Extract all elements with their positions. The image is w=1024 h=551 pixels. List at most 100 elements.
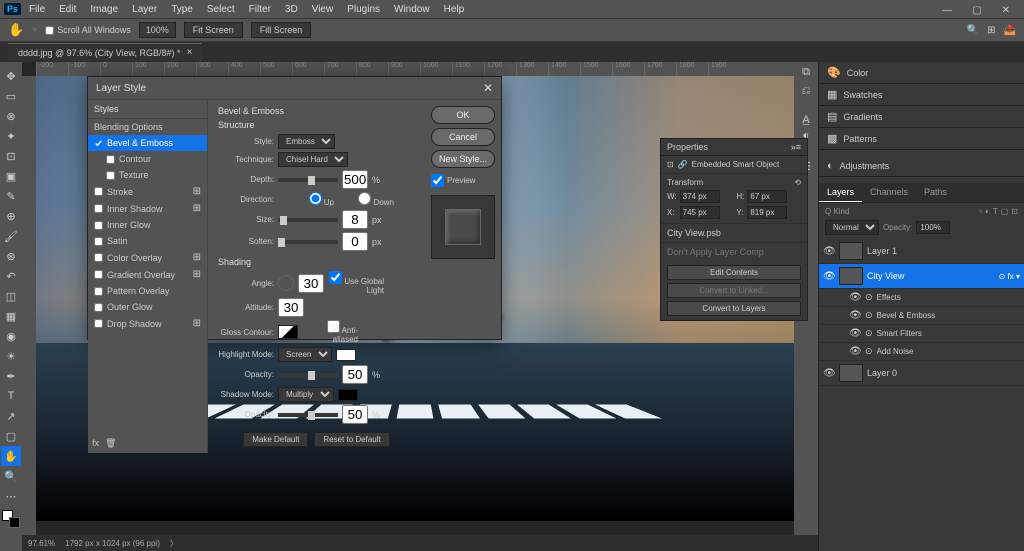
char-icon[interactable]: A̲ — [802, 114, 809, 126]
visibility-icon[interactable]: 👁 — [823, 368, 835, 379]
layer-effect-item[interactable]: 👁⊙Bevel & Emboss — [819, 307, 1024, 325]
highlight-color[interactable] — [336, 349, 356, 361]
workspace-icon[interactable]: ⊞ — [987, 25, 995, 36]
close-icon[interactable]: ✕ — [996, 3, 1016, 18]
altitude-input[interactable] — [278, 298, 304, 317]
menu-help[interactable]: Help — [438, 2, 471, 17]
menu-file[interactable]: File — [23, 2, 51, 17]
menu-3d[interactable]: 3D — [279, 2, 304, 17]
ok-button[interactable]: OK — [431, 106, 495, 124]
filter-pixel-icon[interactable]: ▫ — [979, 207, 982, 216]
size-slider[interactable] — [278, 218, 338, 222]
filter-type-icon[interactable]: T — [993, 207, 998, 216]
soften-input[interactable] — [342, 232, 368, 251]
filter-adjust-icon[interactable]: ◐ — [985, 207, 990, 216]
menu-window[interactable]: Window — [388, 2, 436, 17]
wand-tool[interactable]: ✦ — [1, 126, 21, 146]
dir-down[interactable]: Down — [338, 192, 394, 207]
tab-channels[interactable]: Channels — [862, 183, 916, 202]
shadow-color[interactable] — [338, 389, 358, 401]
style-contour[interactable]: Contour — [88, 151, 207, 167]
layer-item[interactable]: 👁Layer 0 — [819, 361, 1024, 386]
tab-paths[interactable]: Paths — [916, 183, 955, 202]
cancel-button[interactable]: Cancel — [431, 128, 495, 146]
sh-opacity-slider[interactable] — [278, 413, 338, 417]
scroll-all-checkbox[interactable]: Scroll All Windows — [45, 25, 131, 35]
swatches-panel[interactable]: ▦Swatches — [819, 84, 1024, 106]
trash-icon[interactable]: 🗑 — [105, 438, 116, 449]
layer-smart-filters[interactable]: 👁⊙Smart Filters — [819, 325, 1024, 343]
patterns-panel[interactable]: ▩Patterns — [819, 128, 1024, 150]
menu-plugins[interactable]: Plugins — [341, 2, 386, 17]
menu-filter[interactable]: Filter — [243, 2, 277, 17]
layer-effects[interactable]: 👁⊙Effects — [819, 289, 1024, 307]
search-icon[interactable]: 🔍 — [967, 25, 979, 36]
depth-input[interactable] — [342, 170, 368, 189]
height-input[interactable] — [747, 190, 787, 203]
x-input[interactable] — [680, 206, 720, 219]
style-outer-glow[interactable]: Outer Glow — [88, 299, 207, 315]
hl-opacity-slider[interactable] — [278, 373, 338, 377]
layer-filter-item[interactable]: 👁⊙Add Noise — [819, 343, 1024, 361]
heal-tool[interactable]: ⊕ — [1, 206, 21, 226]
style-inner-glow[interactable]: Inner Glow — [88, 217, 207, 233]
menu-image[interactable]: Image — [84, 2, 124, 17]
zoom-tool[interactable]: 🔍 — [1, 466, 21, 486]
fit-screen-button[interactable]: Fit Screen — [184, 22, 243, 38]
opacity-input[interactable] — [916, 221, 950, 234]
fx-icon[interactable]: fx — [92, 438, 99, 449]
shape-tool[interactable]: ▢ — [1, 426, 21, 446]
move-tool[interactable]: ✥ — [1, 66, 21, 86]
highlight-mode-select[interactable]: Screen — [278, 347, 332, 362]
blend-mode-select[interactable]: Normal — [825, 220, 879, 235]
width-input[interactable] — [680, 190, 720, 203]
style-texture[interactable]: Texture — [88, 167, 207, 183]
layer-comp[interactable]: Don't Apply Layer Comp — [667, 247, 764, 257]
frame-tool[interactable]: ▣ — [1, 166, 21, 186]
convert-linked-button[interactable]: Convert to Linked... — [667, 283, 801, 298]
dir-up[interactable]: Up — [278, 192, 334, 207]
brush-tool[interactable]: 🖌 — [1, 226, 21, 246]
technique-select[interactable]: Chisel Hard — [278, 152, 348, 167]
eraser-tool[interactable]: ◫ — [1, 286, 21, 306]
antialiased-checkbox[interactable] — [327, 320, 340, 333]
status-arrow-icon[interactable]: 〉 — [170, 538, 178, 549]
preview-checkbox[interactable] — [431, 174, 444, 187]
angle-input[interactable] — [298, 274, 324, 293]
visibility-icon[interactable]: 👁 — [823, 271, 835, 282]
style-stroke[interactable]: Stroke⊞ — [88, 183, 207, 200]
style-select[interactable]: Emboss — [278, 134, 335, 149]
y-input[interactable] — [747, 206, 787, 219]
dialog-close-icon[interactable]: ✕ — [483, 81, 493, 95]
maximize-icon[interactable]: ▢ — [966, 3, 987, 18]
shadow-mode-select[interactable]: Multiply — [278, 387, 334, 402]
eyedropper-tool[interactable]: ✎ — [1, 186, 21, 206]
props-menu-icon[interactable]: »≡ — [791, 142, 801, 152]
edit-contents-button[interactable]: Edit Contents — [667, 265, 801, 280]
style-inner-shadow[interactable]: Inner Shadow⊞ — [88, 200, 207, 217]
history-icon[interactable]: ⧉ — [802, 66, 810, 79]
new-style-button[interactable]: New Style... — [431, 150, 495, 168]
gloss-contour[interactable] — [278, 325, 298, 339]
style-color-overlay[interactable]: Color Overlay⊞ — [88, 249, 207, 266]
layer-item[interactable]: 👁City View⊙ fx ▾ — [819, 264, 1024, 289]
menu-type[interactable]: Type — [165, 2, 199, 17]
minimize-icon[interactable]: — — [936, 3, 958, 18]
style-drop-shadow[interactable]: Drop Shadow⊞ — [88, 315, 207, 332]
zoom-input[interactable]: 100% — [139, 22, 176, 38]
gradients-panel[interactable]: ▤Gradients — [819, 106, 1024, 128]
adjustments-panel[interactable]: ◐Adjustments — [819, 156, 1024, 177]
tab-layers[interactable]: Layers — [819, 183, 862, 202]
color-panel[interactable]: 🎨Color — [819, 62, 1024, 84]
depth-slider[interactable] — [278, 178, 338, 182]
edit-toolbar[interactable]: ⋯ — [1, 486, 21, 506]
size-input[interactable] — [342, 210, 368, 229]
marquee-tool[interactable]: ▭ — [1, 86, 21, 106]
global-light-checkbox[interactable] — [329, 271, 342, 284]
menu-view[interactable]: View — [306, 2, 340, 17]
menu-edit[interactable]: Edit — [53, 2, 82, 17]
hand-tool-icon[interactable]: ✋ — [8, 22, 24, 38]
sh-opacity-input[interactable] — [342, 405, 368, 424]
convert-layers-button[interactable]: Convert to Layers — [667, 301, 801, 316]
visibility-icon[interactable]: 👁 — [823, 246, 835, 257]
